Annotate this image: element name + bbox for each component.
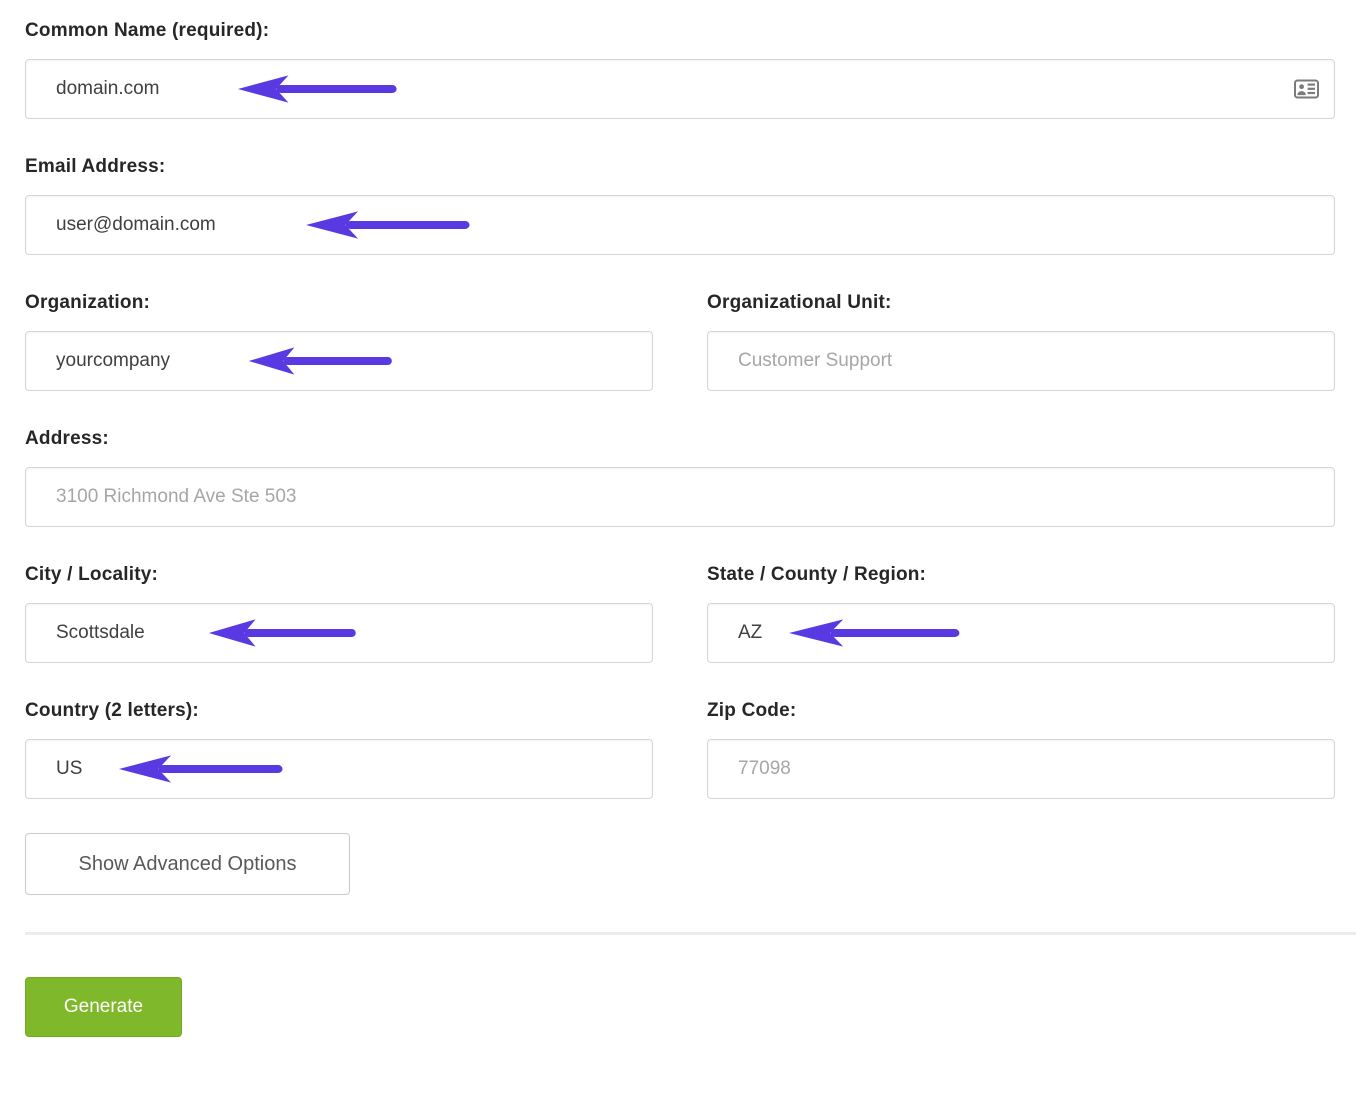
section-divider	[25, 932, 1356, 935]
common-name-label: Common Name (required):	[25, 20, 1335, 42]
org-unit-input[interactable]	[707, 331, 1335, 391]
address-input[interactable]	[25, 467, 1335, 527]
zip-input[interactable]	[707, 739, 1335, 799]
address-label: Address:	[25, 428, 1335, 450]
country-input[interactable]	[25, 739, 653, 799]
email-label: Email Address:	[25, 156, 1335, 178]
field-row-country-zip: Country (2 letters): Zip Code:	[25, 663, 1335, 799]
organization-input[interactable]	[25, 331, 653, 391]
email-input[interactable]	[25, 195, 1335, 255]
common-name-shell	[25, 59, 1335, 119]
field-row-address: Address:	[25, 428, 1335, 527]
show-advanced-options-button[interactable]: Show Advanced Options	[25, 833, 350, 895]
organization-shell	[25, 331, 653, 391]
country-col: Country (2 letters):	[25, 663, 653, 799]
city-shell	[25, 603, 653, 663]
org-unit-label: Organizational Unit:	[707, 292, 1335, 314]
city-col: City / Locality:	[25, 527, 653, 663]
zip-label: Zip Code:	[707, 700, 1335, 722]
org-unit-shell	[707, 331, 1335, 391]
field-row-organization: Organization: Organizational Unit:	[25, 255, 1335, 391]
state-input[interactable]	[707, 603, 1335, 663]
zip-col: Zip Code:	[707, 663, 1335, 799]
organization-label: Organization:	[25, 292, 653, 314]
state-shell	[707, 603, 1335, 663]
organization-col: Organization:	[25, 255, 653, 391]
state-label: State / County / Region:	[707, 564, 1335, 586]
city-input[interactable]	[25, 603, 653, 663]
country-label: Country (2 letters):	[25, 700, 653, 722]
email-shell	[25, 195, 1335, 255]
zip-shell	[707, 739, 1335, 799]
generate-button[interactable]: Generate	[25, 977, 182, 1037]
city-label: City / Locality:	[25, 564, 653, 586]
common-name-input[interactable]	[25, 59, 1335, 119]
field-row-email: Email Address:	[25, 156, 1335, 255]
field-row-common-name: Common Name (required):	[25, 20, 1335, 119]
csr-form: Common Name (required): Email Address: O…	[0, 20, 1356, 1077]
country-shell	[25, 739, 653, 799]
field-row-city-state: City / Locality: State / County / Region…	[25, 527, 1335, 663]
state-col: State / County / Region:	[707, 527, 1335, 663]
address-shell	[25, 467, 1335, 527]
org-unit-col: Organizational Unit:	[707, 255, 1335, 391]
